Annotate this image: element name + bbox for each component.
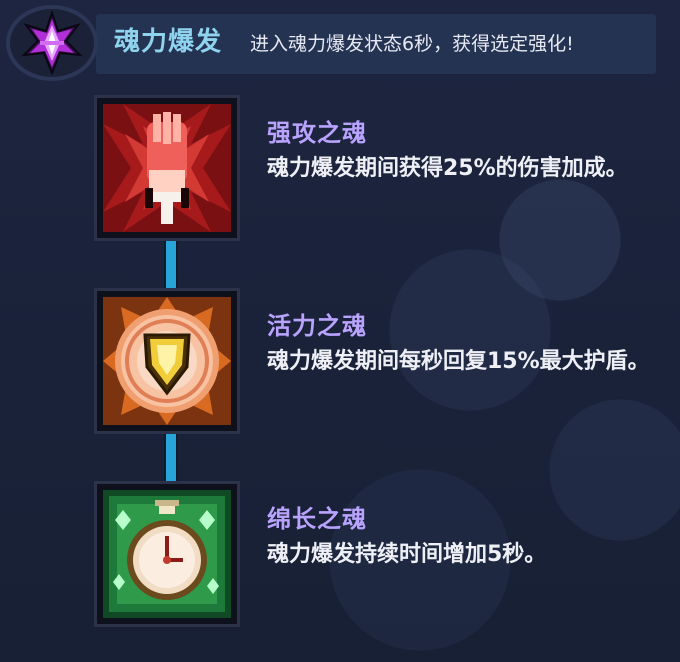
red-fist-icon: [103, 104, 231, 232]
skill-tile-strong-attack[interactable]: [94, 95, 240, 241]
header-title: 魂力爆发: [114, 27, 223, 57]
skill-tile-vitality[interactable]: [94, 288, 240, 434]
skill-connector: [164, 238, 178, 292]
skill-name: 绵长之魂: [267, 505, 367, 533]
skill-description: 魂力爆发期间每秒回复15%最大护盾。: [267, 349, 650, 374]
skill-connector: [164, 431, 178, 485]
skill-name: 活力之魂: [267, 312, 367, 340]
golden-shield-icon: [103, 297, 231, 425]
skill-name: 强攻之魂: [267, 119, 367, 147]
skill-description: 魂力爆发持续时间增加5秒。: [267, 542, 547, 567]
skill-description: 魂力爆发期间获得25%的伤害加成。: [267, 156, 628, 181]
purple-soul-crystal-icon: [6, 5, 98, 81]
stopwatch-icon: [103, 490, 231, 618]
header-description: 进入魂力爆发状态6秒，获得选定强化!: [250, 33, 574, 55]
skill-tile-endurance[interactable]: [94, 481, 240, 627]
